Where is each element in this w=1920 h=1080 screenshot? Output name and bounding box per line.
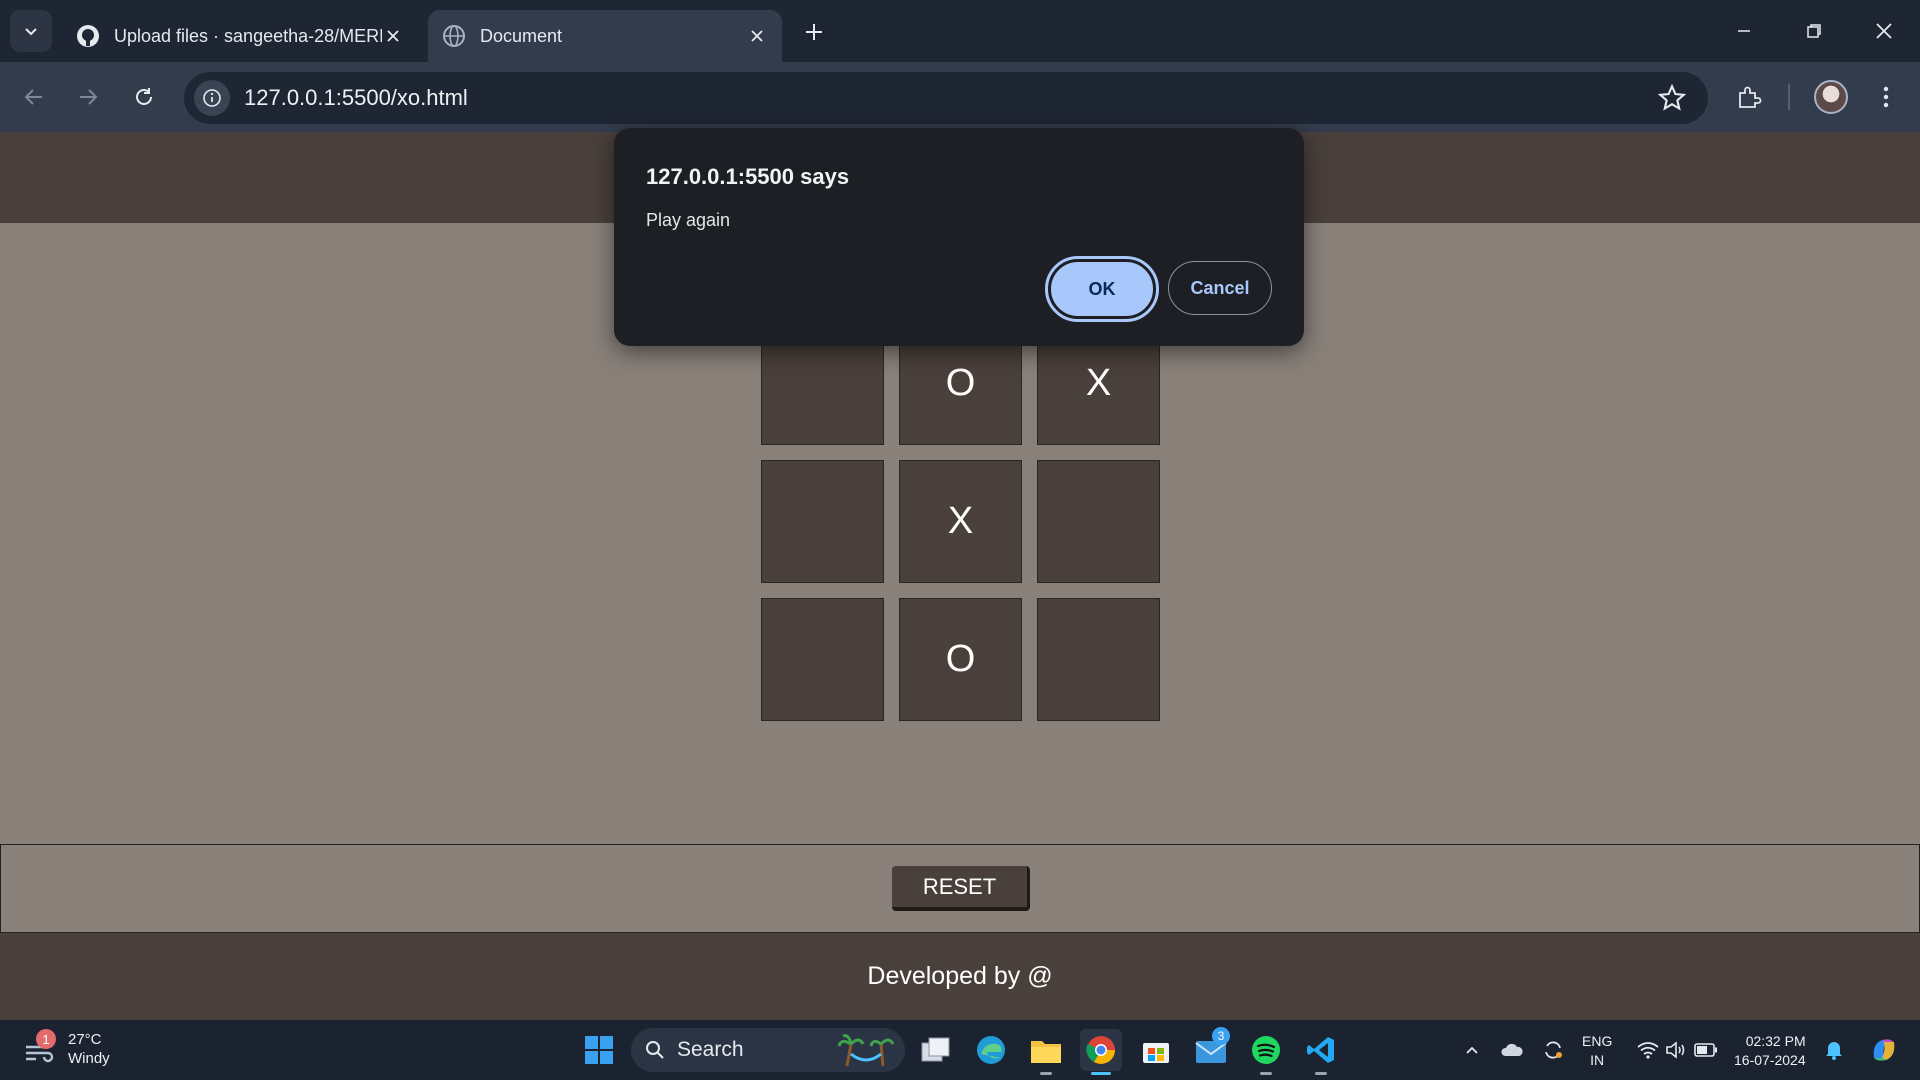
- board-cell[interactable]: X: [899, 460, 1022, 583]
- volume-icon[interactable]: [1664, 1038, 1688, 1062]
- tab-strip: Upload files · sangeetha-28/MERN Documen…: [0, 0, 1920, 62]
- new-tab-button[interactable]: [798, 16, 830, 48]
- notification-bell-icon[interactable]: [1822, 1038, 1846, 1062]
- taskbar-file-explorer[interactable]: [1025, 1029, 1067, 1075]
- search-icon: [646, 1041, 664, 1059]
- dialog-title: 127.0.0.1:5500 says: [646, 164, 850, 189]
- language-indicator[interactable]: ENG IN: [1582, 1032, 1612, 1070]
- taskbar-vscode[interactable]: [1300, 1029, 1342, 1075]
- forward-button[interactable]: [68, 77, 108, 117]
- close-window-button[interactable]: [1864, 12, 1904, 50]
- clock[interactable]: 02:32 PM 16-07-2024: [1734, 1032, 1806, 1070]
- back-button[interactable]: [14, 77, 54, 117]
- lang-line-2: IN: [1590, 1052, 1605, 1068]
- plus-icon: [806, 24, 822, 40]
- taskbar-mail[interactable]: 3: [1190, 1027, 1232, 1071]
- chevron-up-icon[interactable]: [1460, 1038, 1484, 1062]
- weather-widget[interactable]: 1 27°C Windy: [22, 1029, 110, 1068]
- tab-document[interactable]: Document: [428, 10, 782, 62]
- restore-icon: [1807, 24, 1821, 38]
- reload-button[interactable]: [124, 77, 164, 117]
- bookmark-star-icon[interactable]: [1658, 84, 1686, 112]
- taskbar-chrome[interactable]: [1080, 1029, 1122, 1075]
- cancel-button[interactable]: Cancel: [1168, 261, 1272, 315]
- date: 16-07-2024: [1734, 1052, 1806, 1068]
- running-indicator: [1040, 1072, 1052, 1075]
- folder-icon: [1031, 1041, 1061, 1063]
- taskbar-edge[interactable]: [970, 1029, 1012, 1071]
- close-icon: [1876, 23, 1892, 39]
- vscode-icon: [1307, 1037, 1334, 1063]
- dialog-message: Play again: [646, 210, 731, 230]
- close-icon[interactable]: [382, 25, 404, 47]
- taskbar-spotify[interactable]: [1245, 1029, 1287, 1075]
- address-bar[interactable]: 127.0.0.1:5500/xo.html: [184, 72, 1708, 124]
- store-icon: [1143, 1043, 1169, 1063]
- start-button[interactable]: [578, 1029, 620, 1071]
- weather-badge: 1: [36, 1029, 56, 1049]
- task-view-icon: [921, 1037, 950, 1062]
- tab-github-upload[interactable]: Upload files · sangeetha-28/MERN: [62, 10, 418, 62]
- running-indicator: [1091, 1072, 1111, 1075]
- onedrive-icon[interactable]: [1500, 1038, 1524, 1062]
- copilot-icon[interactable]: [1868, 1034, 1900, 1066]
- tab-search-button[interactable]: [10, 10, 52, 52]
- minimize-icon: [1738, 30, 1750, 32]
- lang-line-1: ENG: [1582, 1033, 1613, 1049]
- board-cell[interactable]: [761, 598, 884, 721]
- taskbar-store[interactable]: [1135, 1029, 1177, 1071]
- footer-text: Developed by @: [867, 962, 1053, 990]
- chrome-icon: [1086, 1036, 1115, 1064]
- edge-icon: [977, 1036, 1005, 1064]
- spotify-icon: [1252, 1036, 1280, 1064]
- weather-temp: 27°C: [68, 1031, 102, 1048]
- browser-toolbar: 127.0.0.1:5500/xo.html: [0, 62, 1920, 132]
- wind-icon: 1: [22, 1029, 58, 1067]
- ok-button[interactable]: OK: [1045, 256, 1159, 322]
- search-label: Search: [677, 1038, 744, 1061]
- board-cell[interactable]: [1037, 598, 1160, 721]
- minimize-button[interactable]: [1724, 12, 1764, 50]
- taskbar: 1 27°C Windy Search 3 ENG IN 02:32 PM 16…: [0, 1020, 1920, 1080]
- tab-title: Document: [480, 25, 563, 46]
- weather-condition: Windy: [68, 1050, 110, 1067]
- footer: Developed by @: [0, 933, 1920, 1020]
- restore-button[interactable]: [1794, 12, 1834, 50]
- sync-icon[interactable]: [1541, 1038, 1565, 1062]
- profile-avatar[interactable]: [1814, 80, 1848, 114]
- wifi-icon[interactable]: [1636, 1038, 1660, 1062]
- reset-button[interactable]: RESET: [892, 866, 1030, 911]
- toolbar-divider: [1788, 84, 1790, 110]
- board-cell[interactable]: O: [899, 598, 1022, 721]
- game-board: O X X O: [761, 322, 1161, 721]
- chevron-down-icon: [25, 28, 37, 36]
- palm-tree-hammock-icon: [837, 1034, 895, 1067]
- board-cell[interactable]: [1037, 460, 1160, 583]
- taskbar-search[interactable]: Search: [631, 1028, 905, 1072]
- arrow-right-icon: [80, 89, 98, 105]
- battery-icon[interactable]: [1694, 1038, 1718, 1062]
- task-view-button[interactable]: [915, 1029, 957, 1071]
- github-icon: [77, 25, 99, 47]
- extensions-icon[interactable]: [1731, 79, 1767, 115]
- arrow-left-icon: [24, 89, 42, 105]
- reset-bar: RESET: [0, 844, 1920, 933]
- close-icon[interactable]: [746, 25, 768, 47]
- tab-title: Upload files · sangeetha-28/MERN: [114, 25, 382, 46]
- reload-icon: [136, 88, 152, 105]
- running-indicator: [1315, 1072, 1327, 1075]
- site-info-icon[interactable]: [194, 80, 230, 116]
- mail-badge: 3: [1212, 1027, 1230, 1045]
- board-cell[interactable]: [761, 460, 884, 583]
- menu-kebab-icon[interactable]: [1868, 79, 1904, 115]
- globe-icon: [443, 25, 465, 47]
- windows-logo-icon: [585, 1036, 613, 1064]
- running-indicator: [1260, 1072, 1272, 1075]
- time: 02:32 PM: [1745, 1033, 1806, 1049]
- url-text: 127.0.0.1:5500/xo.html: [244, 85, 468, 110]
